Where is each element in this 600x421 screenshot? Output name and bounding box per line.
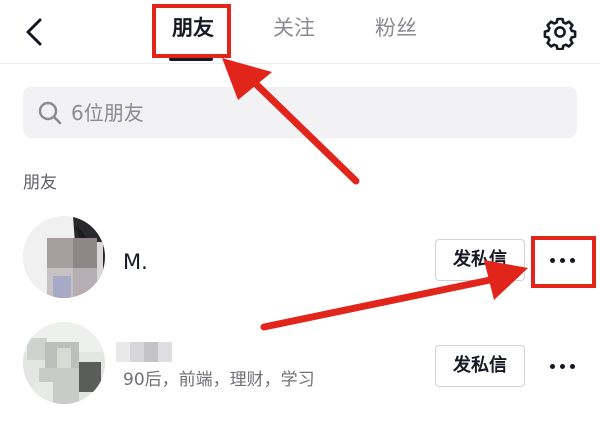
avatar[interactable] (23, 322, 105, 404)
friend-row[interactable]: 90后，前端，理财，学习 发私信 (0, 322, 600, 412)
search-bar[interactable]: 6位朋友 (23, 87, 577, 138)
avatar-photo (23, 322, 105, 404)
annotation-highlight-more-button (531, 236, 596, 288)
back-chevron-icon (26, 18, 42, 46)
avatar-photo (23, 216, 105, 298)
tab-following[interactable]: 关注 (268, 12, 320, 44)
friend-name-redacted (116, 342, 172, 362)
send-message-button[interactable]: 发私信 (435, 345, 525, 387)
friend-row[interactable]: M. 发私信 (0, 216, 600, 306)
friend-name[interactable]: M. (123, 249, 148, 275)
avatar[interactable] (23, 216, 105, 298)
gear-icon (543, 17, 577, 51)
top-nav-bar: 朋友 关注 粉丝 (0, 0, 600, 64)
back-button[interactable] (20, 14, 50, 50)
section-label-friends: 朋友 (23, 173, 57, 193)
more-options-button[interactable] (542, 348, 584, 384)
search-placeholder: 6位朋友 (71, 101, 144, 125)
settings-button[interactable] (542, 14, 578, 51)
send-message-button[interactable]: 发私信 (435, 239, 525, 281)
search-icon (38, 101, 62, 125)
annotation-highlight-friends-tab (152, 4, 231, 58)
friend-bio: 90后，前端，理财，学习 (123, 370, 315, 390)
tab-fans[interactable]: 粉丝 (370, 12, 422, 44)
